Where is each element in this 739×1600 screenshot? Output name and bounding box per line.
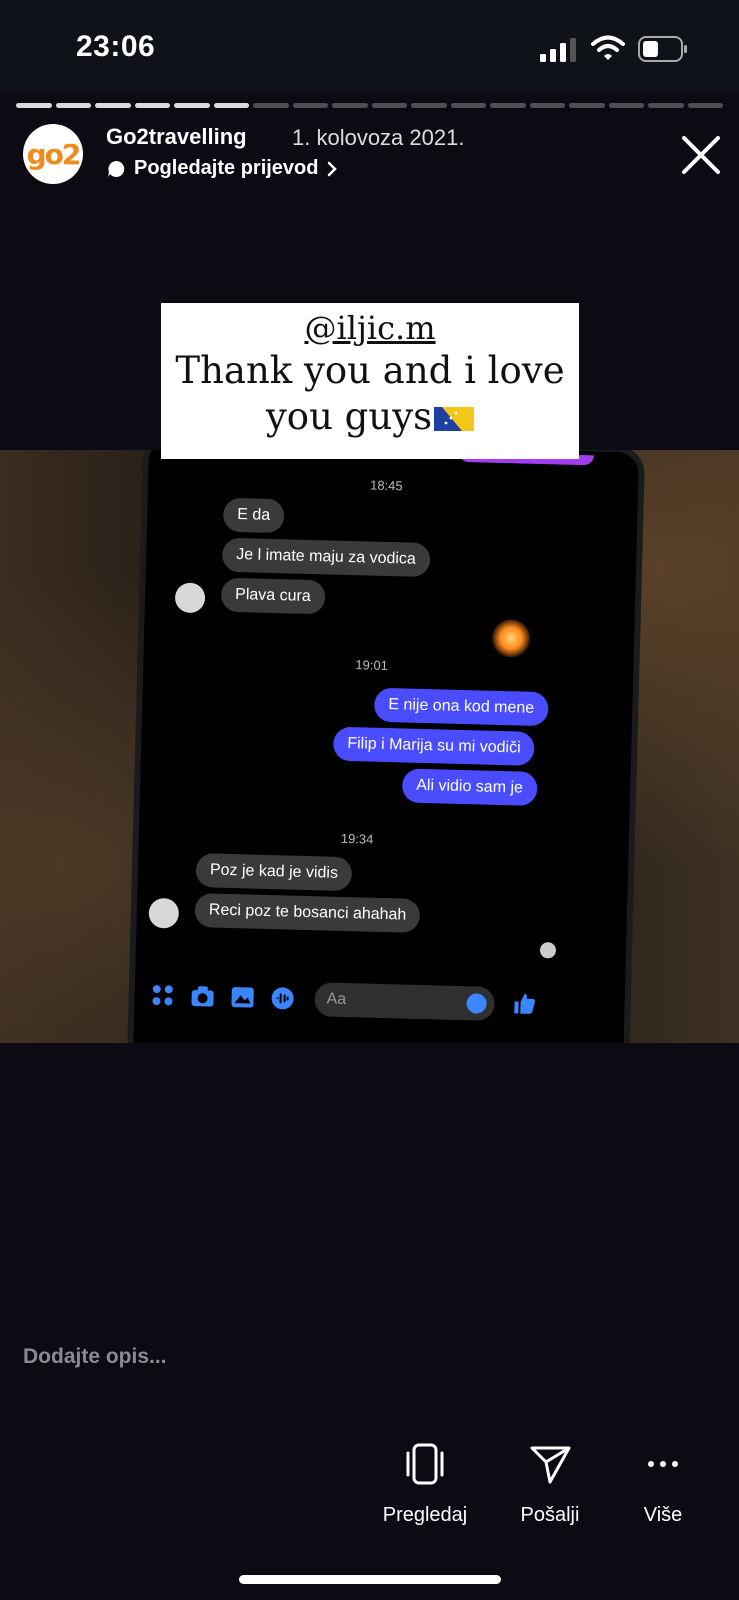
- story-progress-segment: [16, 103, 52, 108]
- contact-avatar: [174, 582, 206, 614]
- gallery-icon: [231, 987, 254, 1008]
- candle-flame: [491, 618, 531, 658]
- preview-phone-icon: [406, 1443, 444, 1485]
- close-icon[interactable]: [678, 132, 724, 178]
- chat-message-incoming: Plava cura: [220, 577, 326, 615]
- status-bar: 23:06: [0, 0, 739, 92]
- wifi-icon: [591, 35, 625, 60]
- story-progress-segment: [490, 103, 526, 108]
- chat-message-incoming: Reci poz te bosanci ahahah: [194, 893, 421, 933]
- preview-label: Pregledaj: [382, 1504, 468, 1526]
- send-label: Pošalji: [520, 1504, 580, 1526]
- story-progress-bar: [16, 103, 723, 108]
- emoji-icon: [466, 993, 487, 1014]
- flag-emoji-icon: [434, 407, 475, 431]
- chat-timestamp: 18:45: [369, 477, 403, 494]
- battery-icon: [638, 36, 687, 62]
- caption-placeholder: Dodajte opis...: [23, 1345, 167, 1368]
- story-progress-segment: [450, 103, 486, 108]
- phone-screenshot: 18:45 E da Je l imate maju za vodica Pla…: [126, 450, 646, 1043]
- chat-timestamp: 19:01: [355, 657, 389, 674]
- avatar-logo-text: go2: [26, 137, 82, 171]
- camera-icon: [191, 986, 214, 1007]
- cellular-signal-icon: [540, 38, 576, 62]
- story-progress-segment: [411, 103, 447, 108]
- contact-avatar: [148, 897, 180, 929]
- compose-placeholder: Aa: [326, 990, 347, 1009]
- story-progress-segment: [213, 103, 249, 108]
- story-date: 1. kolovoza 2021.: [292, 125, 465, 150]
- story-progress-segment: [569, 103, 605, 108]
- chat-message-outgoing: E nije ona kod mene: [373, 687, 549, 727]
- chat-message-incoming: E da: [222, 497, 285, 534]
- send-button[interactable]: Pošalji: [490, 1440, 610, 1527]
- chat-message-incoming: Poz je kad je vidis: [195, 853, 353, 892]
- status-time: 23:06: [76, 30, 156, 63]
- chevron-right-icon: [328, 161, 338, 176]
- see-translation-link[interactable]: Pogledajte prijevod: [106, 157, 338, 180]
- speech-bubble-icon: [108, 160, 125, 177]
- microphone-icon: [271, 987, 294, 1010]
- more-label: Više: [643, 1504, 683, 1526]
- message-compose-field: Aa: [314, 982, 495, 1021]
- more-dots-icon: [648, 1461, 678, 1467]
- sticker-text-line2: you guys: [161, 395, 579, 439]
- story-progress-segment: [253, 103, 289, 108]
- messenger-composer-bar: Aa: [144, 970, 605, 1032]
- seen-receipt-avatar: [539, 942, 557, 959]
- story-progress-segment: [174, 103, 210, 108]
- chat-message-incoming: Je l imate maju za vodica: [221, 537, 431, 578]
- preview-button[interactable]: Pregledaj: [365, 1440, 485, 1527]
- story-progress-segment: [134, 103, 170, 108]
- mention-text-sticker: @iljic.m Thank you and i love you guys: [161, 303, 579, 459]
- story-progress-segment: [648, 103, 684, 108]
- thumbs-up-icon: [514, 993, 535, 1014]
- story-photo: 18:45 E da Je l imate maju za vodica Pla…: [0, 450, 739, 1043]
- chat-message-outgoing: Ali vidio sam je: [401, 768, 538, 806]
- profile-avatar[interactable]: go2: [23, 124, 83, 184]
- story-progress-segment: [608, 103, 644, 108]
- story-username[interactable]: Go2travelling: [106, 124, 247, 150]
- story-progress-segment: [687, 103, 723, 108]
- home-indicator[interactable]: [239, 1575, 501, 1584]
- chat-message-outgoing: Filip i Marija su mi vodiči: [332, 726, 536, 766]
- caption-input[interactable]: Dodajte opis...: [23, 1345, 167, 1369]
- apps-grid-icon: [152, 985, 173, 1006]
- story-progress-segment: [292, 103, 328, 108]
- paper-plane-icon: [530, 1446, 571, 1484]
- sticker-text-line1: Thank you and i love: [175, 349, 565, 392]
- story-progress-segment: [95, 103, 131, 108]
- story-progress-segment: [371, 103, 407, 108]
- see-translation-label: Pogledajte prijevod: [134, 157, 319, 179]
- sticker-mention[interactable]: @iljic.m: [161, 309, 579, 347]
- story-progress-segment: [332, 103, 368, 108]
- chat-timestamp: 19:34: [340, 830, 374, 847]
- story-progress-segment: [55, 103, 91, 108]
- story-progress-segment: [529, 103, 565, 108]
- more-button[interactable]: Više: [603, 1440, 723, 1527]
